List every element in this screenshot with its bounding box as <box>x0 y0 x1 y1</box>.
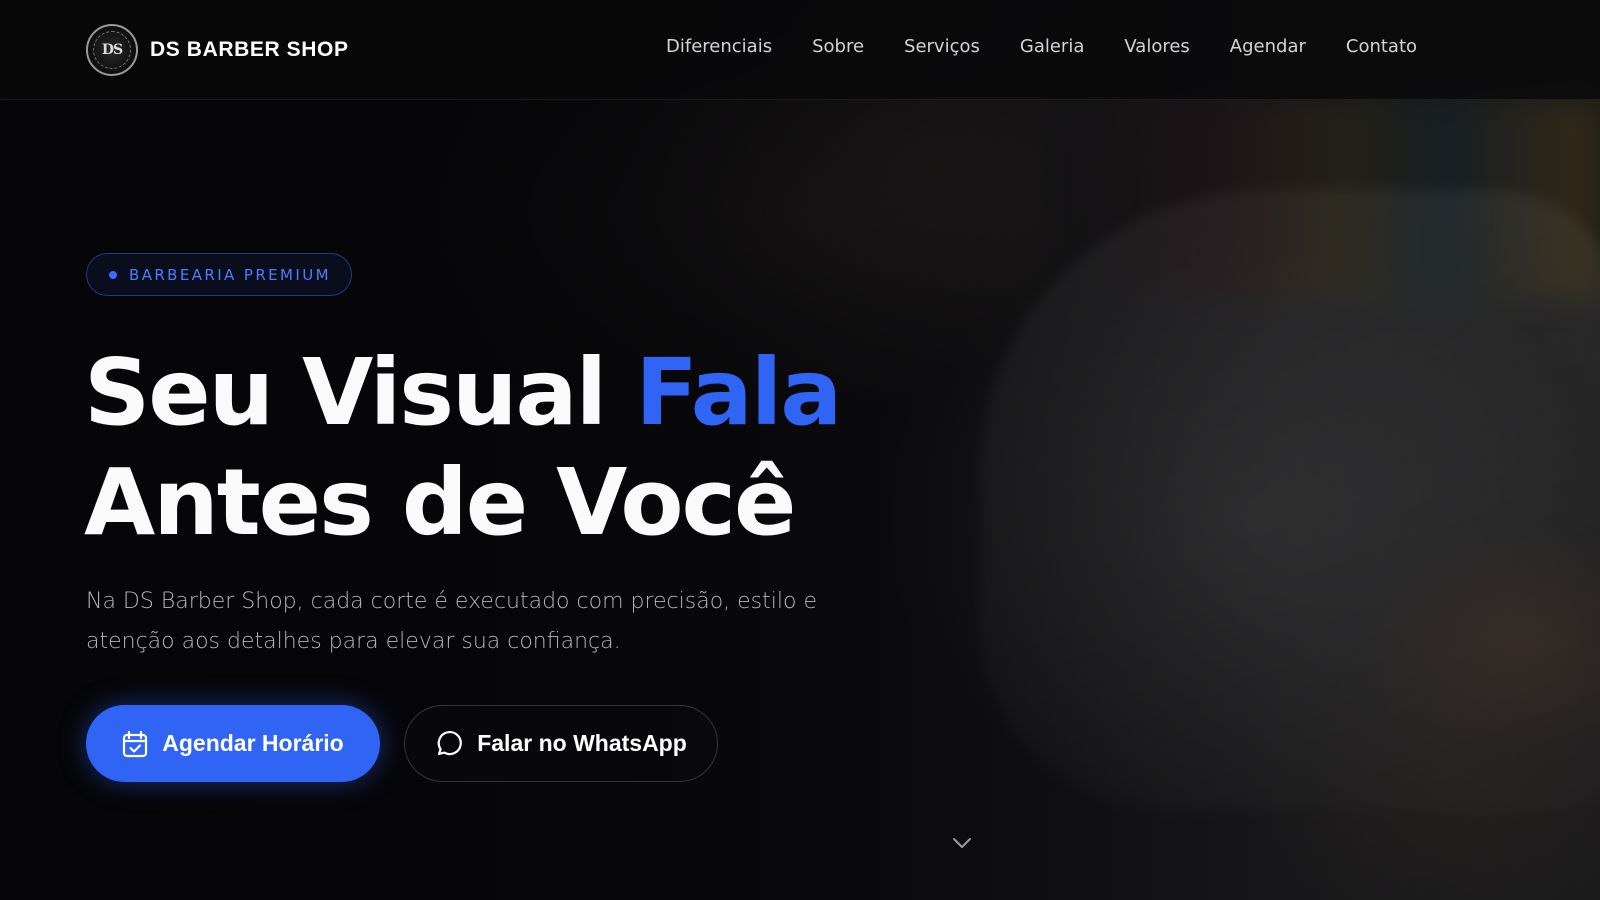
hero-subtitle-line2: atenção aos detalhes para elevar sua con… <box>86 629 621 654</box>
nav-item-contato[interactable]: Contato <box>1346 36 1417 57</box>
main-nav: Diferenciais Sobre Serviços Galeria Valo… <box>666 36 1417 57</box>
nav-item-diferenciais[interactable]: Diferenciais <box>666 36 772 57</box>
logo-text: DS <box>101 42 123 58</box>
brand-link[interactable]: DS DS BARBER SHOP <box>86 24 349 76</box>
page: DS DS BARBER SHOP Diferenciais Sobre Ser… <box>0 0 1600 900</box>
nav-item-sobre[interactable]: Sobre <box>812 36 864 57</box>
hero-title: Seu Visual Fala Antes de Você <box>84 338 842 558</box>
nav-item-servicos[interactable]: Serviços <box>904 36 980 57</box>
navbar: DS DS BARBER SHOP Diferenciais Sobre Ser… <box>0 0 1600 100</box>
schedule-button-label: Agendar Horário <box>162 730 344 756</box>
badge-text: BARBEARIA PREMIUM <box>129 265 331 284</box>
nav-item-galeria[interactable]: Galeria <box>1020 36 1085 57</box>
premium-badge: BARBEARIA PREMIUM <box>86 253 352 296</box>
brand-name: DS BARBER SHOP <box>150 38 349 61</box>
nav-item-valores[interactable]: Valores <box>1124 36 1189 57</box>
schedule-button[interactable]: Agendar Horário <box>86 705 380 782</box>
hero-subtitle-line1: Na DS Barber Shop, cada corte é executad… <box>86 589 817 614</box>
hero-subtitle: Na DS Barber Shop, cada corte é executad… <box>86 582 846 662</box>
scroll-down-indicator[interactable] <box>951 836 973 850</box>
brand-logo: DS <box>86 24 138 76</box>
nav-item-agendar[interactable]: Agendar <box>1230 36 1306 57</box>
message-circle-icon <box>435 730 463 758</box>
whatsapp-button-label: Falar no WhatsApp <box>477 730 687 756</box>
hero-title-part1: Seu Visual <box>84 339 636 446</box>
calendar-check-icon <box>122 730 148 758</box>
badge-dot-icon <box>109 270 117 279</box>
whatsapp-button[interactable]: Falar no WhatsApp <box>404 705 718 782</box>
hero-title-accent: Fala <box>635 339 842 446</box>
hero-title-line2: Antes de Você <box>84 449 796 556</box>
chevron-down-icon <box>951 836 973 850</box>
